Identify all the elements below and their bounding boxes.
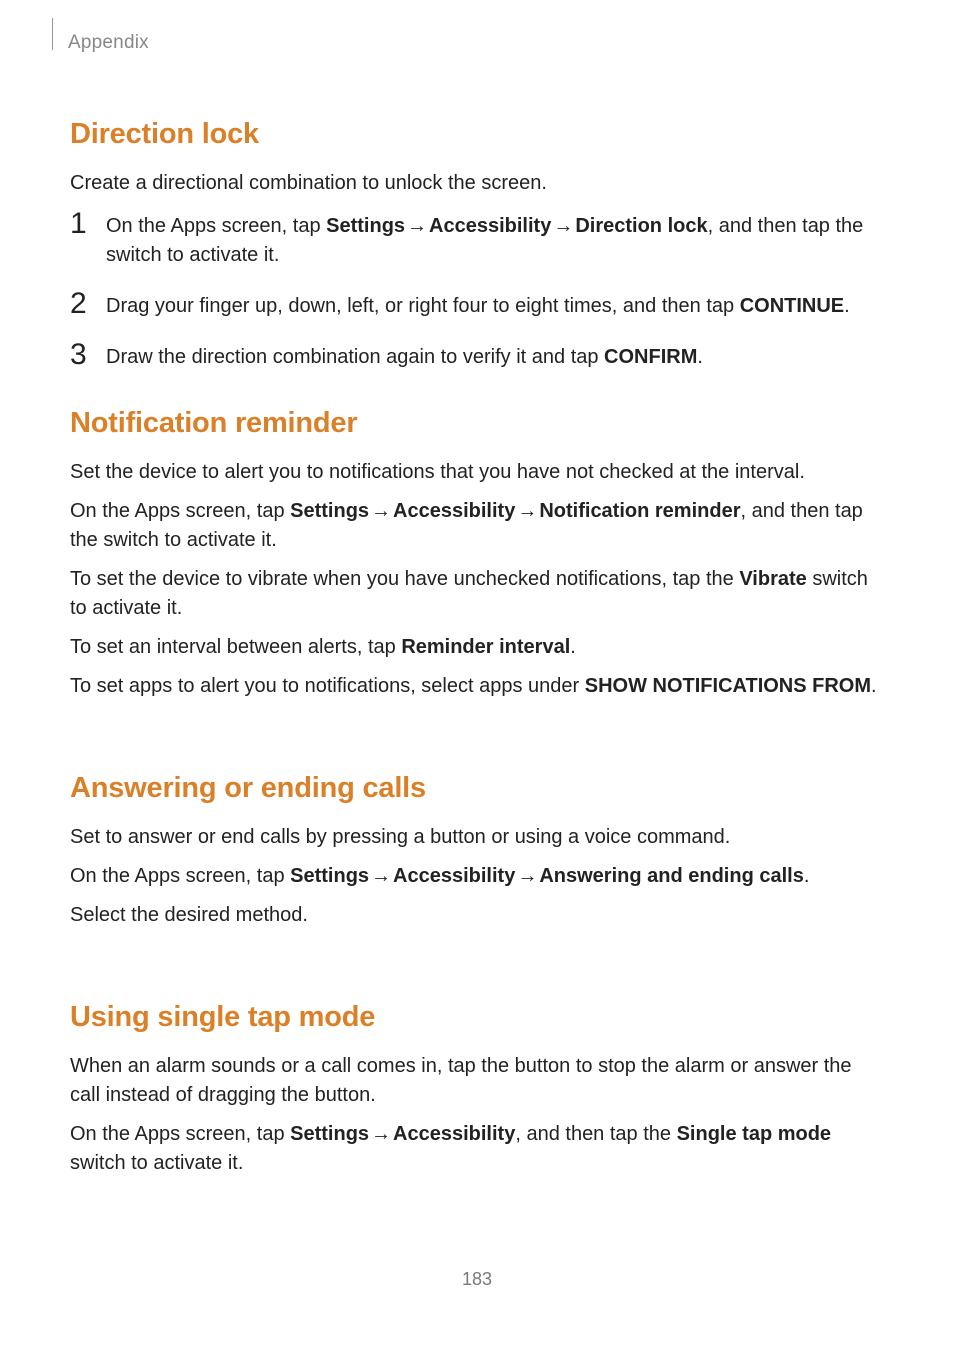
bold-settings: Settings — [290, 1123, 369, 1145]
text-fragment: . — [804, 865, 810, 887]
ans-p1: Set to answer or end calls by pressing a… — [70, 823, 884, 852]
text-fragment: . — [844, 295, 850, 317]
stm-p2: On the Apps screen, tap Settings→Accessi… — [70, 1120, 884, 1178]
text-fragment: Draw the direction combination again to … — [106, 346, 604, 368]
text-fragment: On the Apps screen, tap — [106, 215, 326, 237]
bold-single-tap-mode: Single tap mode — [677, 1123, 831, 1145]
text-fragment: On the Apps screen, tap — [70, 500, 290, 522]
bold-continue: CONTINUE — [740, 295, 844, 317]
bold-reminder-interval: Reminder interval — [401, 636, 570, 658]
page: Appendix Direction lock Create a directi… — [0, 0, 954, 1350]
text-fragment: To set an interval between alerts, tap — [70, 636, 401, 658]
step-text: On the Apps screen, tap Settings→Accessi… — [106, 215, 863, 266]
bold-direction-lock: Direction lock — [575, 215, 707, 237]
bold-accessibility: Accessibility — [393, 865, 515, 887]
step-text: Draw the direction combination again to … — [106, 346, 703, 368]
text-fragment: To set apps to alert you to notification… — [70, 675, 585, 697]
bold-accessibility: Accessibility — [393, 500, 515, 522]
arrow-icon: → — [405, 212, 429, 241]
direction-lock-intro: Create a directional combination to unlo… — [70, 169, 884, 198]
text-fragment: . — [871, 675, 877, 697]
text-fragment: switch to activate it. — [70, 1152, 243, 1174]
bold-settings: Settings — [326, 215, 405, 237]
step-text: Drag your finger up, down, left, or righ… — [106, 295, 850, 317]
list-item: 3 Draw the direction combination again t… — [70, 343, 884, 372]
arrow-icon: → — [515, 497, 539, 526]
page-number: 183 — [0, 1266, 954, 1292]
bold-settings: Settings — [290, 865, 369, 887]
text-fragment: To set the device to vibrate when you ha… — [70, 568, 739, 590]
list-item: 1 On the Apps screen, tap Settings→Acces… — [70, 212, 884, 270]
bold-answering-ending-calls: Answering and ending calls — [539, 865, 804, 887]
nr-p3: To set the device to vibrate when you ha… — [70, 565, 884, 623]
text-fragment: . — [697, 346, 703, 368]
text-fragment: Drag your finger up, down, left, or righ… — [106, 295, 740, 317]
heading-answering-calls: Answering or ending calls — [70, 767, 884, 809]
arrow-icon: → — [551, 212, 575, 241]
stm-p1: When an alarm sounds or a call comes in,… — [70, 1052, 884, 1110]
arrow-icon: → — [369, 497, 393, 526]
header-section-label: Appendix — [68, 32, 149, 53]
nr-p4: To set an interval between alerts, tap R… — [70, 633, 884, 662]
arrow-icon: → — [515, 862, 539, 891]
arrow-icon: → — [369, 862, 393, 891]
list-item: 2 Drag your finger up, down, left, or ri… — [70, 292, 884, 321]
heading-single-tap-mode: Using single tap mode — [70, 996, 884, 1038]
bold-settings: Settings — [290, 500, 369, 522]
text-fragment: , and then tap the — [515, 1123, 676, 1145]
bold-show-notifications-from: SHOW NOTIFICATIONS FROM — [585, 675, 871, 697]
bold-vibrate: Vibrate — [739, 568, 806, 590]
nr-p2: On the Apps screen, tap Settings→Accessi… — [70, 497, 884, 555]
bold-confirm: CONFIRM — [604, 346, 697, 368]
heading-notification-reminder: Notification reminder — [70, 402, 884, 444]
text-fragment: . — [570, 636, 576, 658]
bold-notification-reminder: Notification reminder — [539, 500, 740, 522]
step-number: 1 — [70, 202, 86, 246]
ans-p2: On the Apps screen, tap Settings→Accessi… — [70, 862, 884, 891]
step-number: 3 — [70, 333, 86, 377]
bold-accessibility: Accessibility — [429, 215, 551, 237]
header: Appendix — [70, 0, 884, 57]
bold-accessibility: Accessibility — [393, 1123, 515, 1145]
nr-p1: Set the device to alert you to notificat… — [70, 458, 884, 487]
ans-p3: Select the desired method. — [70, 901, 884, 930]
step-number: 2 — [70, 282, 86, 326]
header-rule — [52, 18, 53, 50]
text-fragment: On the Apps screen, tap — [70, 1123, 290, 1145]
arrow-icon: → — [369, 1120, 393, 1149]
direction-lock-steps: 1 On the Apps screen, tap Settings→Acces… — [70, 212, 884, 372]
nr-p5: To set apps to alert you to notification… — [70, 672, 884, 701]
text-fragment: On the Apps screen, tap — [70, 865, 290, 887]
heading-direction-lock: Direction lock — [70, 113, 884, 155]
